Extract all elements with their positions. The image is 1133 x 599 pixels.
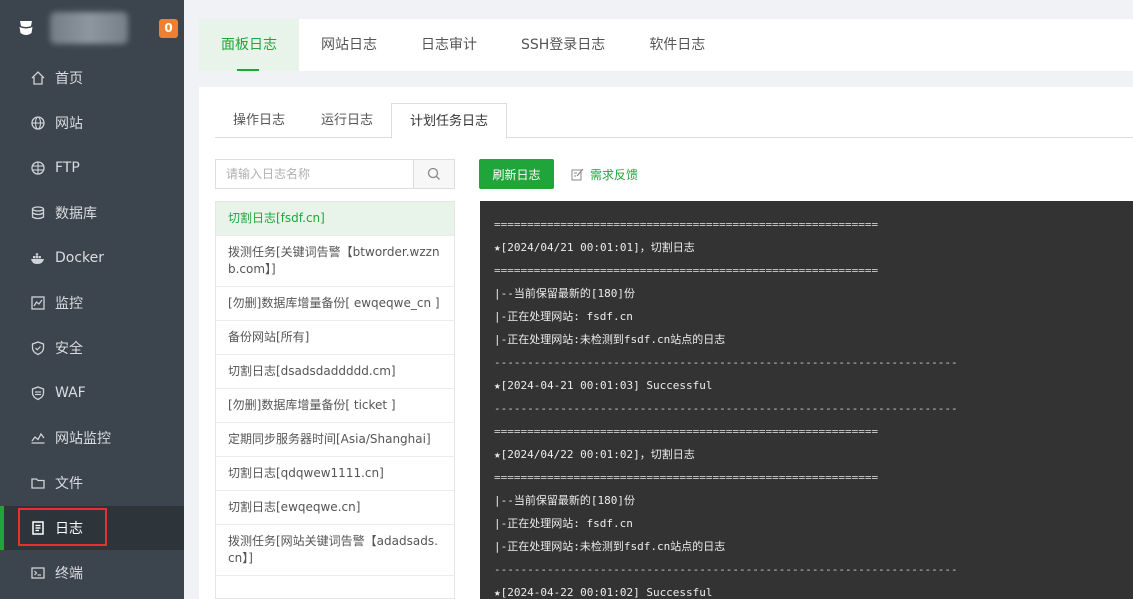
main-card: 操作日志 运行日志 计划任务日志 切割日志[fsdf.cn]拨测任务[关键词告警… xyxy=(199,87,1133,599)
sidebar-item-database[interactable]: 数据库 xyxy=(0,191,184,235)
log-line: ========================================… xyxy=(494,471,879,484)
sidebar-item-security[interactable]: 安全 xyxy=(0,326,184,370)
monitor-icon xyxy=(30,295,46,311)
sidebar-item-label: 日志 xyxy=(55,521,83,537)
log-line: ★[2024-04-21 00:01:03] Successful xyxy=(494,379,713,392)
log-line: |--当前保留最新的[180]份 xyxy=(494,494,635,507)
ftp-globe-icon xyxy=(30,160,46,176)
log-line: |-正在处理网站:未检测到fsdf.cn站点的日志 xyxy=(494,333,726,346)
folder-icon xyxy=(30,475,46,491)
log-line: |-正在处理网站: fsdf.cn xyxy=(494,310,633,323)
home-icon xyxy=(30,70,46,86)
sidebar-item-docker[interactable]: Docker xyxy=(0,236,184,280)
task-list-item[interactable]: 定期同步服务器时间[Asia/Shanghai] xyxy=(216,423,454,457)
sidebar-item-label: 网站 xyxy=(55,116,83,132)
globe-icon xyxy=(30,115,46,131)
task-list-item[interactable]: [勿删]数据库增量备份[ ticket ] xyxy=(216,389,454,423)
log-line: ========================================… xyxy=(494,425,879,438)
task-list-item[interactable]: [勿删]数据库增量备份[ ewqeqwe_cn ] xyxy=(216,287,454,321)
tab-log-audit[interactable]: 日志审计 xyxy=(399,19,499,71)
sidebar-item-monitor[interactable]: 监控 xyxy=(0,281,184,325)
docker-icon xyxy=(30,250,46,266)
sidebar-item-label: 安全 xyxy=(55,341,83,357)
task-list-item[interactable]: 切割日志[ewqeqwe.cn] xyxy=(216,491,454,525)
log-line: |--当前保留最新的[180]份 xyxy=(494,287,635,300)
sub-tabs: 操作日志 运行日志 计划任务日志 xyxy=(215,103,1133,139)
subtab-run-log[interactable]: 运行日志 xyxy=(303,103,391,138)
log-line: |-正在处理网站: fsdf.cn xyxy=(494,517,633,530)
sidebar-item-site-monitor[interactable]: 网站监控 xyxy=(0,416,184,460)
feedback-link[interactable]: 需求反馈 xyxy=(571,159,638,189)
log-line: ★[2024-04-22 00:01:02] Successful xyxy=(494,586,713,599)
server-name-redacted xyxy=(50,12,128,44)
edit-note-icon xyxy=(571,168,584,181)
sidebar-item-home[interactable]: 首页 xyxy=(0,56,184,100)
sidebar-item-label: 文件 xyxy=(55,476,83,492)
sidebar-item-label: FTP xyxy=(55,160,80,176)
log-line: ========================================… xyxy=(494,218,879,231)
search-input[interactable] xyxy=(216,160,413,188)
top-tabs: 面板日志 网站日志 日志审计 SSH登录日志 软件日志 xyxy=(199,19,1133,71)
sidebar-item-label: 数据库 xyxy=(55,206,97,222)
subtab-cron-log[interactable]: 计划任务日志 xyxy=(391,103,508,139)
task-list-item[interactable]: 备份网站[所有] xyxy=(216,321,454,355)
sidebar-item-label: 监控 xyxy=(55,296,83,312)
sidebar-item-label: 终端 xyxy=(55,566,83,582)
log-search xyxy=(215,159,455,189)
sidebar-item-label: 网站监控 xyxy=(55,431,111,447)
task-list-item[interactable]: 拨测任务[网站关键词告警【adadsads.cn】] xyxy=(216,525,454,576)
subtab-operation-log[interactable]: 操作日志 xyxy=(215,103,303,138)
sidebar-item-ftp[interactable]: FTP xyxy=(0,146,184,190)
search-button[interactable] xyxy=(413,160,454,188)
task-list-item[interactable]: 拨测任务[关键词告警【btworder.wzznb.com】] xyxy=(216,236,454,287)
log-output: ========================================… xyxy=(480,201,1133,599)
log-icon xyxy=(30,520,46,536)
feedback-label: 需求反馈 xyxy=(590,167,639,182)
log-line: ----------------------------------------… xyxy=(494,563,958,576)
log-line: ----------------------------------------… xyxy=(494,356,958,369)
sidebar-header: 0 xyxy=(0,0,184,56)
sidebar-item-website[interactable]: 网站 xyxy=(0,101,184,145)
site-monitor-icon xyxy=(30,430,46,446)
log-line: ========================================… xyxy=(494,264,879,277)
tab-site-log[interactable]: 网站日志 xyxy=(299,19,399,71)
terminal-icon xyxy=(30,565,46,581)
database-icon xyxy=(30,205,46,221)
log-line: |-正在处理网站:未检测到fsdf.cn站点的日志 xyxy=(494,540,726,553)
log-line: ★[2024/04/22 00:01:02]，切割日志 xyxy=(494,448,695,461)
search-icon xyxy=(427,167,440,180)
task-list-item[interactable]: 切割日志[dsadsdaddddd.cm] xyxy=(216,355,454,389)
sidebar: 0 首页网站 FTP 数据库 Docker 监控安全 WAF 网站监控文件日志终端 xyxy=(0,0,184,599)
sidebar-item-waf[interactable]: WAF xyxy=(0,371,184,415)
sidebar-item-label: Docker xyxy=(55,250,105,266)
sidebar-item-logs[interactable]: 日志 xyxy=(0,506,184,550)
refresh-log-button[interactable]: 刷新日志 xyxy=(479,159,554,189)
tab-ssh-log[interactable]: SSH登录日志 xyxy=(499,19,627,71)
tab-software-log[interactable]: 软件日志 xyxy=(627,19,727,71)
shield-logo-icon xyxy=(19,21,33,35)
task-list: 切割日志[fsdf.cn] 拨测任务[关键词告警【btworder.wzznb.c… xyxy=(215,201,455,599)
sidebar-item-files[interactable]: 文件 xyxy=(0,461,184,505)
log-line: ★[2024/04/21 00:01:01]，切割日志 xyxy=(494,241,695,254)
tab-panel-log[interactable]: 面板日志 xyxy=(199,19,299,71)
app-root: 0 首页网站 FTP 数据库 Docker 监控安全 WAF 网站监控文件日志终端 面板日志… xyxy=(0,0,1133,599)
shield-icon xyxy=(30,340,46,356)
sidebar-item-label: WAF xyxy=(55,385,86,401)
sidebar-item-terminal[interactable]: 终端 xyxy=(0,551,184,595)
task-list-item[interactable]: 切割日志[fsdf.cn] xyxy=(216,202,454,236)
task-list-item[interactable]: 切割日志[qdqwew1111.cn] xyxy=(216,457,454,491)
notification-badge[interactable]: 0 xyxy=(159,19,178,38)
waf-shield-icon xyxy=(30,385,46,401)
sidebar-item-label: 首页 xyxy=(55,71,83,87)
log-line: ----------------------------------------… xyxy=(494,402,958,415)
